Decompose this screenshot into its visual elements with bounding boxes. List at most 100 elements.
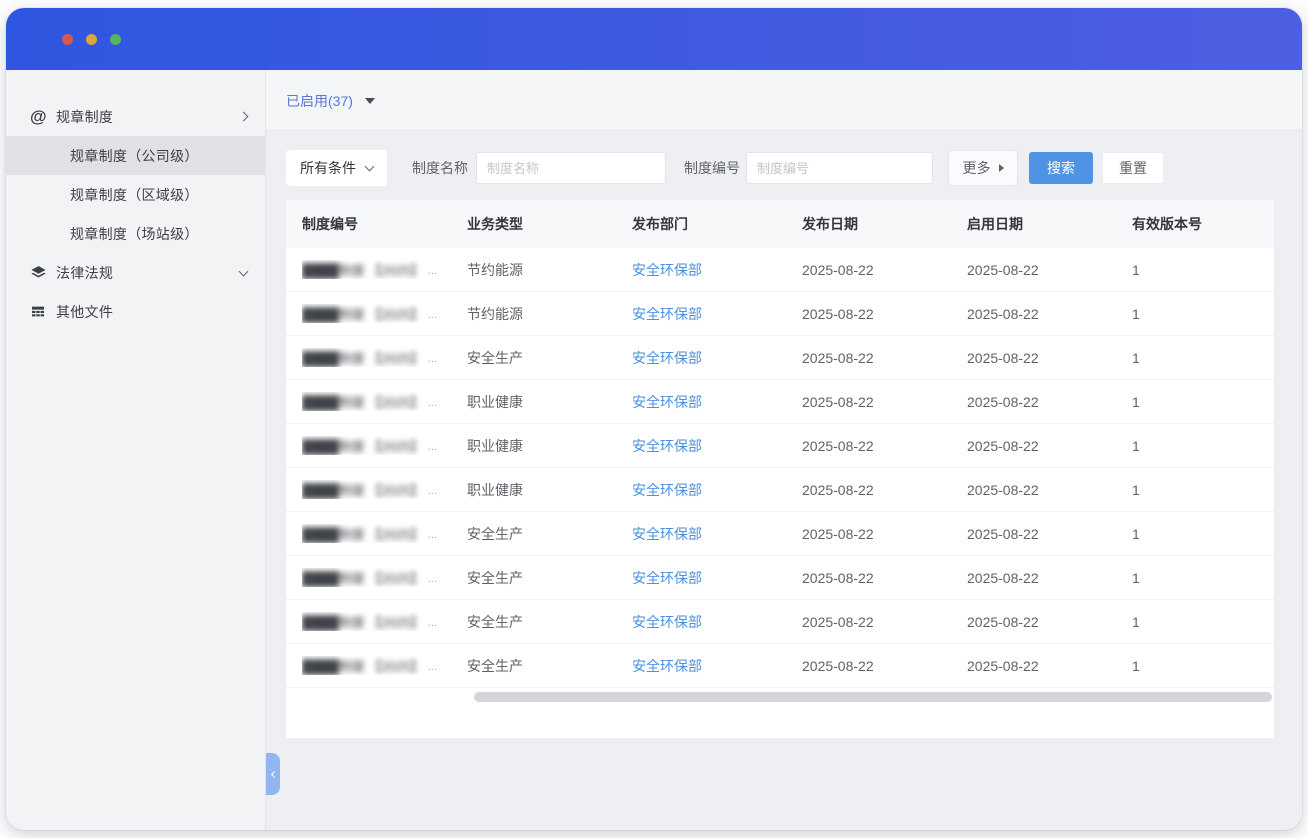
- cell-publish-date: 2025-08-22: [802, 438, 967, 454]
- column-header-code: 制度编号: [302, 214, 467, 234]
- cell-code-suffix: ...: [427, 659, 437, 673]
- cell-code: ████制度 【2025】 ...: [302, 568, 467, 587]
- chevron-down-icon: [365, 162, 375, 172]
- cell-department-link[interactable]: 安全环保部: [632, 482, 702, 498]
- cell-department-link[interactable]: 安全环保部: [632, 394, 702, 410]
- cell-code: ████制度 【2025】 ...: [302, 304, 467, 323]
- close-window-button[interactable]: [62, 34, 73, 45]
- cell-department-link[interactable]: 安全环保部: [632, 570, 702, 586]
- condition-dropdown-label: 所有条件: [300, 158, 356, 178]
- cell-publish-date: 2025-08-22: [802, 262, 967, 278]
- cell-publish-date: 2025-08-22: [802, 526, 967, 542]
- search-button[interactable]: 搜索: [1029, 152, 1093, 184]
- sidebar-item-regulations-station[interactable]: 规章制度（场站级）: [6, 214, 265, 253]
- chevron-left-icon: [270, 770, 277, 777]
- cell-business-type: 安全生产: [467, 348, 632, 368]
- cell-enable-date: 2025-08-22: [967, 570, 1132, 586]
- cell-version: 1: [1132, 614, 1258, 630]
- name-input[interactable]: [476, 152, 666, 184]
- cell-department-link[interactable]: 安全环保部: [632, 350, 702, 366]
- cell-department-link[interactable]: 安全环保部: [632, 262, 702, 278]
- minimize-window-button[interactable]: [86, 34, 97, 45]
- layers-icon: [30, 264, 56, 281]
- table-header: 制度编号 业务类型 发布部门 发布日期 启用日期 有效版本号: [286, 200, 1274, 248]
- cell-department-link[interactable]: 安全环保部: [632, 614, 702, 630]
- status-filter-dropdown[interactable]: 已启用(37): [286, 91, 375, 111]
- cell-business-type: 职业健康: [467, 392, 632, 412]
- horizontal-scrollbar-thumb[interactable]: [474, 692, 1272, 702]
- cell-code-redacted: ████制度 【2025】: [302, 260, 423, 279]
- status-bar: 已启用(37): [266, 70, 1302, 131]
- cell-code-redacted: ████制度 【2025】: [302, 612, 423, 631]
- cell-code-suffix: ...: [427, 483, 437, 497]
- cell-version: 1: [1132, 438, 1258, 454]
- column-header-publish-date: 发布日期: [802, 214, 967, 234]
- window-controls: [62, 34, 121, 45]
- sidebar-item-label: 规章制度: [56, 107, 240, 127]
- caret-right-icon: [999, 164, 1004, 172]
- sidebar-item-other-files[interactable]: 其他文件: [6, 292, 265, 331]
- cell-enable-date: 2025-08-22: [967, 526, 1132, 542]
- cell-code-redacted: ████制度 【2025】: [302, 304, 423, 323]
- cell-business-type: 安全生产: [467, 524, 632, 544]
- cell-publish-date: 2025-08-22: [802, 482, 967, 498]
- cell-code-redacted: ████制度 【2025】: [302, 568, 423, 587]
- at-icon: @: [30, 108, 56, 125]
- condition-dropdown[interactable]: 所有条件: [286, 150, 387, 186]
- cell-publish-date: 2025-08-22: [802, 306, 967, 322]
- chevron-right-icon: [239, 112, 249, 122]
- sidebar-item-label: 规章制度（公司级）: [70, 146, 247, 166]
- cell-code-redacted: ████制度 【2025】: [302, 348, 423, 367]
- cell-version: 1: [1132, 482, 1258, 498]
- cell-code: ████制度 【2025】 ...: [302, 612, 467, 631]
- cell-department-link[interactable]: 安全环保部: [632, 658, 702, 674]
- table-row: ████制度 【2025】 ... 安全生产 安全环保部 2025-08-22 …: [286, 512, 1274, 556]
- cell-enable-date: 2025-08-22: [967, 394, 1132, 410]
- cell-enable-date: 2025-08-22: [967, 306, 1132, 322]
- sidebar: @ 规章制度 规章制度（公司级） 规章制度（区域级） 规章制度（场站级） 法律法…: [6, 70, 266, 830]
- table-body: ████制度 【2025】 ... 节约能源 安全环保部 2025-08-22 …: [286, 248, 1274, 688]
- code-input[interactable]: [746, 152, 933, 184]
- sidebar-collapse-button[interactable]: [266, 753, 280, 795]
- cell-business-type: 安全生产: [467, 656, 632, 676]
- cell-business-type: 安全生产: [467, 568, 632, 588]
- cell-department-link[interactable]: 安全环保部: [632, 526, 702, 542]
- table-row: ████制度 【2025】 ... 职业健康 安全环保部 2025-08-22 …: [286, 468, 1274, 512]
- app-window: @ 规章制度 规章制度（公司级） 规章制度（区域级） 规章制度（场站级） 法律法…: [6, 8, 1302, 830]
- column-header-enable-date: 启用日期: [967, 214, 1132, 234]
- cell-department-link[interactable]: 安全环保部: [632, 438, 702, 454]
- sidebar-item-regulations-region[interactable]: 规章制度（区域级）: [6, 175, 265, 214]
- cell-publish-date: 2025-08-22: [802, 614, 967, 630]
- title-bar: [6, 8, 1302, 70]
- cell-code-redacted: ████制度 【2025】: [302, 524, 423, 543]
- cell-code: ████制度 【2025】 ...: [302, 480, 467, 499]
- cell-code-suffix: ...: [427, 263, 437, 277]
- reset-button[interactable]: 重置: [1102, 152, 1164, 184]
- cell-version: 1: [1132, 658, 1258, 674]
- cell-department-link[interactable]: 安全环保部: [632, 306, 702, 322]
- more-filters-button[interactable]: 更多: [948, 150, 1018, 186]
- cell-enable-date: 2025-08-22: [967, 614, 1132, 630]
- cell-version: 1: [1132, 262, 1258, 278]
- sidebar-item-label: 规章制度（区域级）: [70, 185, 247, 205]
- sidebar-item-label: 其他文件: [56, 302, 247, 322]
- cell-enable-date: 2025-08-22: [967, 482, 1132, 498]
- cell-version: 1: [1132, 526, 1258, 542]
- column-header-version: 有效版本号: [1132, 214, 1258, 234]
- cell-code: ████制度 【2025】 ...: [302, 656, 467, 675]
- sidebar-item-laws[interactable]: 法律法规: [6, 253, 265, 292]
- sidebar-item-regulations-company[interactable]: 规章制度（公司级）: [6, 136, 265, 175]
- cell-code-suffix: ...: [427, 351, 437, 365]
- cell-publish-date: 2025-08-22: [802, 570, 967, 586]
- sidebar-item-regulations[interactable]: @ 规章制度: [6, 97, 265, 136]
- cell-code-suffix: ...: [427, 395, 437, 409]
- cell-code-redacted: ████制度 【2025】: [302, 656, 423, 675]
- sidebar-item-label: 规章制度（场站级）: [70, 224, 247, 244]
- cell-publish-date: 2025-08-22: [802, 394, 967, 410]
- cell-code-suffix: ...: [427, 439, 437, 453]
- maximize-window-button[interactable]: [110, 34, 121, 45]
- cell-code: ████制度 【2025】 ...: [302, 392, 467, 411]
- code-field-label: 制度编号: [684, 158, 740, 178]
- cell-code-suffix: ...: [427, 307, 437, 321]
- cell-business-type: 职业健康: [467, 436, 632, 456]
